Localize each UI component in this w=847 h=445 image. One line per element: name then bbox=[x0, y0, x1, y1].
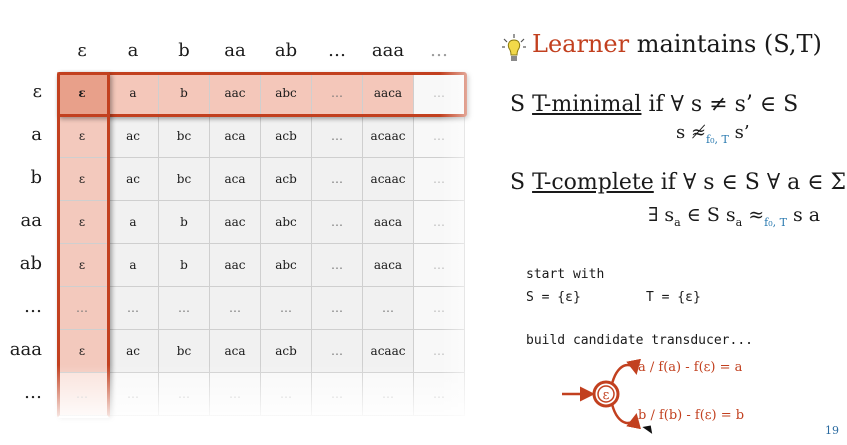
s-init: S = {ε} bbox=[526, 290, 581, 305]
heading-accent: Learner bbox=[532, 30, 630, 58]
lightbulb-icon bbox=[502, 34, 526, 61]
table-cell: b bbox=[159, 244, 210, 287]
row-header: b bbox=[30, 167, 42, 188]
page-number: 19 bbox=[825, 424, 839, 437]
t-complete-definition: S T-complete if ∀ s ∈ S ∀ a ∈ Σ bbox=[510, 170, 847, 195]
table-cell: aaca bbox=[363, 244, 414, 287]
column-header: ab bbox=[274, 40, 298, 61]
table-cell: … bbox=[312, 287, 363, 330]
row-header: … bbox=[24, 296, 42, 317]
table-cell: aac bbox=[210, 244, 261, 287]
row-header: aaa bbox=[9, 339, 42, 360]
slide-heading: Learner maintains (S,T) bbox=[532, 30, 822, 58]
column-header: … bbox=[430, 40, 448, 61]
table-cell: abc bbox=[261, 244, 312, 287]
row-header: ab bbox=[19, 253, 42, 274]
table-cell: … bbox=[312, 201, 363, 244]
t-minimal-term: T-minimal bbox=[532, 92, 642, 117]
table-cell: … bbox=[108, 287, 159, 330]
column-header: a bbox=[127, 40, 139, 61]
column-header: … bbox=[328, 40, 346, 61]
edge-a-label: a / f(a) - f(ε) = a bbox=[638, 360, 743, 375]
table-cell: … bbox=[261, 287, 312, 330]
table-cell: … bbox=[159, 287, 210, 330]
table-cell: acaac bbox=[363, 115, 414, 158]
t-minimal-condition: s ≉f₀, T s’ bbox=[676, 122, 750, 146]
table-cell: bc bbox=[159, 115, 210, 158]
table-cell: aca bbox=[210, 115, 261, 158]
t-init: T = {ε} bbox=[646, 290, 701, 305]
table-cell: … bbox=[363, 287, 414, 330]
loop-a bbox=[610, 358, 641, 385]
table-cell: acaac bbox=[363, 158, 414, 201]
state-label: ε bbox=[603, 388, 610, 403]
table-cell: abc bbox=[261, 201, 312, 244]
t-complete-term: T-complete bbox=[532, 170, 654, 195]
table-cell: aca bbox=[210, 158, 261, 201]
table-cell: … bbox=[210, 287, 261, 330]
table-cell: … bbox=[312, 158, 363, 201]
table-fade-bottom bbox=[40, 365, 490, 425]
table-cell: … bbox=[312, 115, 363, 158]
highlight-epsilon-row bbox=[57, 72, 467, 117]
table-cell: acb bbox=[261, 115, 312, 158]
table-cell: … bbox=[312, 244, 363, 287]
transducer-diagram: ε bbox=[562, 358, 641, 430]
table-cell: aaca bbox=[363, 201, 414, 244]
row-header: aa bbox=[20, 210, 42, 231]
table-cell: ac bbox=[108, 158, 159, 201]
table-cell: a bbox=[108, 201, 159, 244]
column-header: aa bbox=[224, 40, 246, 61]
start-label: start with bbox=[526, 267, 605, 282]
table-cell: a bbox=[108, 244, 159, 287]
table-cell: aac bbox=[210, 201, 261, 244]
t-minimal-definition: S T-minimal if ∀ s ≠ s’ ∈ S bbox=[510, 92, 799, 117]
row-header: a bbox=[31, 124, 42, 145]
table-cell: acb bbox=[261, 158, 312, 201]
build-label: build candidate transducer... bbox=[526, 333, 753, 348]
column-header: aaa bbox=[371, 40, 405, 61]
heading-rest: maintains (S,T) bbox=[629, 30, 822, 58]
t-complete-condition: ∃ sa ∈ S sa ≈f₀, T s a bbox=[648, 204, 821, 229]
mouse-cursor-icon bbox=[642, 422, 656, 434]
loop-b bbox=[610, 403, 641, 430]
table-cell: ac bbox=[108, 115, 159, 158]
edge-b-label: b / f(b) - f(ε) = b bbox=[638, 408, 745, 423]
table-cell: bc bbox=[159, 158, 210, 201]
observation-table: ε a b aa ab… aaa… ε a b aa ab… aaa… ε a b aac abc… aaca… ε… bbox=[0, 0, 490, 445]
column-header: b bbox=[178, 40, 190, 61]
row-header: … bbox=[24, 382, 42, 403]
row-header: ε bbox=[32, 81, 42, 102]
column-header: ε bbox=[77, 40, 87, 61]
table-cell: b bbox=[159, 201, 210, 244]
